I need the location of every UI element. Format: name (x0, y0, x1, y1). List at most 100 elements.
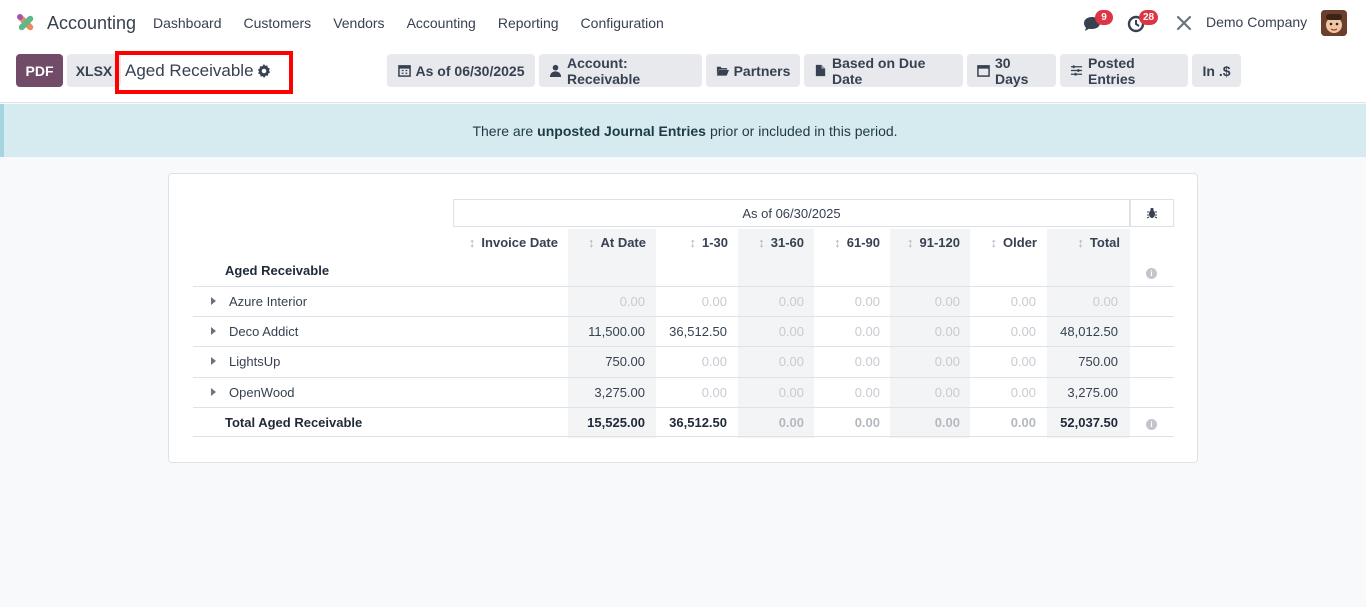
main-menu: Dashboard Customers Vendors Accounting R… (142, 0, 675, 46)
total-label: Total Aged Receivable (225, 415, 363, 430)
amount-cell: 0.00 (934, 294, 960, 309)
sort-icon: ↕ (468, 235, 476, 250)
filter-period-length-label: 30 Days (995, 54, 1029, 87)
amount-cell: 0.00 (1010, 354, 1036, 369)
folder-open-icon (716, 66, 729, 76)
table-row[interactable]: LightsUp 750.00 0.00 0.00 0.00 0.00 0.00 750.00 (193, 346, 1174, 376)
gear-icon[interactable] (257, 64, 271, 78)
col-31-60[interactable]: ↕ 31-60 (738, 229, 814, 288)
amount-cell: 0.00 (854, 294, 880, 309)
filter-posted[interactable]: Posted Entries (1060, 54, 1188, 87)
amount-cell[interactable]: 36,512.50 (669, 324, 727, 339)
control-panel: PDF XLSX Aged Receivable As of 06/30/202… (0, 46, 1366, 103)
amount-cell[interactable]: 750.00 (605, 354, 645, 369)
total-row: Total Aged Receivable 15,525.00 36,512.50 0… (193, 407, 1174, 437)
amount-cell: 0.00 (934, 324, 960, 339)
amount-cell[interactable]: 36,512.50 (669, 415, 727, 430)
caret-right-icon[interactable] (211, 388, 216, 396)
amount-cell: 0.00 (854, 324, 880, 339)
col-older-label: Older (1003, 235, 1037, 250)
amount-cell[interactable]: 750.00 (1078, 354, 1118, 369)
amount-cell[interactable]: 11,500.00 (588, 324, 645, 339)
sort-icon: ↕ (587, 235, 595, 250)
amount-cell: 0.00 (778, 385, 804, 400)
company-switcher[interactable]: Demo Company (1206, 14, 1307, 30)
amount-cell: 0.00 (1010, 294, 1036, 309)
amount-cell: 0.00 (934, 385, 960, 400)
sort-icon: ↕ (1077, 235, 1084, 250)
info-icon[interactable]: i (1146, 419, 1157, 430)
menu-accounting[interactable]: Accounting (396, 15, 487, 31)
xlsx-button[interactable]: XLSX (67, 54, 121, 87)
amount-cell[interactable]: 15,525.00 (587, 415, 645, 430)
debug-tools-icon[interactable] (1175, 14, 1193, 32)
filter-due-date-label: Based on Due Date (832, 54, 926, 87)
filter-period-length[interactable]: 30 Days (967, 54, 1056, 87)
calendar-icon (397, 65, 411, 77)
amount-cell: 0.00 (934, 415, 960, 430)
info-icon[interactable]: i (1146, 268, 1157, 279)
accounting-app-icon[interactable] (15, 12, 37, 34)
col-91-120-label: 91-120 (919, 235, 960, 250)
col-1-30[interactable]: ↕ 1-30 (656, 229, 738, 288)
col-61-90-label: 61-90 (846, 235, 880, 250)
menu-vendors[interactable]: Vendors (322, 15, 395, 31)
amount-cell: 0.00 (701, 385, 727, 400)
table-row[interactable]: Azure Interior 0.00 0.00 0.00 0.00 0.00 0.00 0.… (193, 286, 1174, 316)
app-name[interactable]: Accounting (47, 13, 136, 34)
partner-name[interactable]: Azure Interior (229, 294, 307, 309)
partner-name[interactable]: LightsUp (229, 354, 280, 369)
filter-currency-label: In .$ (1202, 62, 1231, 79)
alert-suffix: prior or included in this period. (709, 122, 898, 139)
pdf-button[interactable]: PDF (16, 54, 63, 87)
amount-cell[interactable]: 52,037.50 (1060, 415, 1118, 430)
filter-account-label: Account: Receivable (567, 54, 641, 87)
sort-icon: ↕ (834, 235, 841, 250)
caret-right-icon[interactable] (211, 327, 216, 335)
unposted-entries-alert: There are unposted Journal Entries prior… (0, 104, 1366, 157)
filter-date-label: As of 06/30/2025 (415, 62, 525, 79)
calendar-blank-icon (977, 65, 990, 77)
file-icon (815, 64, 826, 77)
menu-customers[interactable]: Customers (233, 15, 323, 31)
sort-icon: ↕ (758, 235, 765, 250)
alert-link[interactable]: unposted Journal Entries (537, 123, 706, 139)
col-1-30-label: 1-30 (701, 235, 728, 250)
filter-due-date[interactable]: Based on Due Date (804, 54, 963, 87)
col-older[interactable]: ↕ Older (970, 229, 1047, 288)
filter-partners[interactable]: Partners (706, 54, 800, 87)
messages-badge: 9 (1095, 10, 1113, 25)
caret-right-icon[interactable] (211, 297, 216, 305)
amount-cell: 0.00 (1010, 415, 1036, 430)
top-navbar: Accounting Dashboard Customers Vendors A… (0, 0, 1366, 46)
amount-cell[interactable]: 3,275.00 (594, 385, 645, 400)
alert-prefix: There are (472, 122, 534, 139)
period-header: As of 06/30/2025 (453, 199, 1130, 227)
amount-cell[interactable]: 3,275.00 (1067, 385, 1118, 400)
table-row[interactable]: OpenWood 3,275.00 0.00 0.00 0.00 0.00 0.00 3,27… (193, 377, 1174, 407)
col-invoice-date-label: Invoice Date (481, 235, 558, 250)
menu-reporting[interactable]: Reporting (487, 15, 570, 31)
col-at-date[interactable]: ↕ At Date (568, 229, 656, 288)
user-avatar[interactable] (1321, 10, 1347, 36)
menu-dashboard[interactable]: Dashboard (142, 15, 233, 31)
partner-name[interactable]: Deco Addict (229, 324, 298, 339)
caret-right-icon[interactable] (211, 357, 216, 365)
partner-name[interactable]: OpenWood (229, 385, 295, 400)
sort-icon: ↕ (689, 235, 696, 250)
col-total[interactable]: ↕ Total (1047, 229, 1130, 288)
sort-icon: ↕ (907, 235, 914, 250)
amount-cell: 0.00 (1010, 324, 1036, 339)
col-61-90[interactable]: ↕ 61-90 (814, 229, 890, 288)
filter-currency[interactable]: In .$ (1192, 54, 1241, 87)
debug-button[interactable] (1130, 199, 1174, 227)
filter-account[interactable]: Account: Receivable (539, 54, 702, 87)
amount-cell: 0.00 (1092, 294, 1118, 309)
sliders-icon (1070, 65, 1083, 76)
amount-cell[interactable]: 48,012.50 (1060, 324, 1118, 339)
filter-date[interactable]: As of 06/30/2025 (387, 54, 535, 87)
menu-configuration[interactable]: Configuration (570, 15, 675, 31)
col-91-120[interactable]: ↕ 91-120 (890, 229, 970, 288)
table-row[interactable]: Deco Addict 11,500.00 36,512.50 0.00 0.00 0.0… (193, 316, 1174, 346)
col-invoice-date[interactable]: ↕ Invoice Date (463, 229, 568, 288)
